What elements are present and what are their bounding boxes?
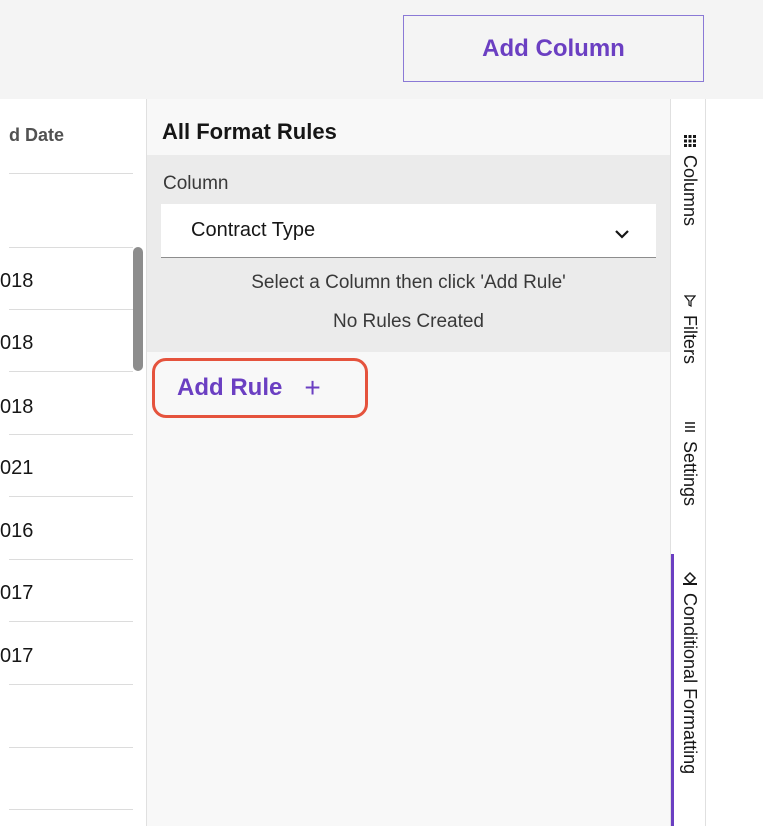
filter-icon bbox=[679, 295, 700, 307]
grid-cell[interactable]: 017 bbox=[0, 582, 33, 605]
column-label: Column bbox=[163, 173, 229, 194]
grid-divider bbox=[9, 309, 133, 310]
add-rule-label: Add Rule bbox=[177, 374, 283, 401]
tab-label: Settings bbox=[680, 441, 700, 507]
grid-cell[interactable]: 016 bbox=[0, 520, 33, 543]
top-toolbar: Add Column bbox=[0, 0, 763, 99]
add-rule-button[interactable]: Add Rule + bbox=[152, 358, 368, 418]
tab-filters[interactable]: Filters bbox=[671, 295, 705, 395]
grid-divider bbox=[9, 434, 133, 435]
grid-divider bbox=[9, 559, 133, 560]
grid-cell[interactable]: 017 bbox=[0, 645, 33, 668]
grid-divider bbox=[9, 809, 133, 810]
settings-bars-icon bbox=[679, 421, 700, 433]
rules-box: Column Contract Type Select a Column the… bbox=[147, 155, 670, 352]
right-gutter bbox=[706, 99, 763, 826]
grid-divider bbox=[9, 496, 133, 497]
grid-cell[interactable]: 018 bbox=[0, 396, 33, 419]
grid-divider bbox=[9, 371, 133, 372]
tab-conditional-formatting[interactable]: Conditional Formatting bbox=[671, 571, 705, 826]
grid-divider bbox=[9, 247, 133, 248]
tab-label: Conditional Formatting bbox=[680, 593, 700, 775]
grid-column-header[interactable]: d Date bbox=[9, 125, 64, 146]
tab-settings[interactable]: Settings bbox=[671, 421, 705, 531]
paint-bucket-icon bbox=[679, 571, 700, 585]
tab-label: Columns bbox=[680, 155, 700, 227]
active-tab-indicator bbox=[671, 554, 674, 826]
grid-cell[interactable]: 018 bbox=[0, 332, 33, 355]
panel-title: All Format Rules bbox=[162, 119, 337, 144]
grid-icon bbox=[679, 135, 700, 147]
tab-label: Filters bbox=[680, 315, 700, 364]
grid-divider bbox=[9, 684, 133, 685]
empty-state-text: No Rules Created bbox=[332, 311, 485, 332]
add-column-button[interactable]: Add Column bbox=[403, 15, 704, 82]
column-select-value: Contract Type bbox=[191, 219, 316, 241]
grid-divider bbox=[9, 747, 133, 748]
format-rules-panel: All Format Rules Column Contract Type Se… bbox=[147, 99, 670, 826]
grid-cell[interactable]: 021 bbox=[0, 457, 33, 480]
grid-cell[interactable]: 018 bbox=[0, 270, 33, 293]
select-hint-text: Select a Column then click 'Add Rule' bbox=[251, 272, 566, 293]
grid-divider bbox=[9, 173, 133, 174]
grid-divider bbox=[9, 621, 133, 622]
grid-scrollbar[interactable] bbox=[133, 247, 143, 371]
tab-columns[interactable]: Columns bbox=[671, 135, 705, 255]
plus-icon: + bbox=[304, 372, 321, 403]
side-tabs: Columns Filters Settings Conditional For… bbox=[670, 99, 706, 826]
column-select[interactable]: Contract Type bbox=[161, 204, 656, 258]
chevron-down-icon bbox=[614, 226, 630, 244]
data-grid: d Date 018 018 018 021 016 017 017 bbox=[0, 99, 147, 826]
